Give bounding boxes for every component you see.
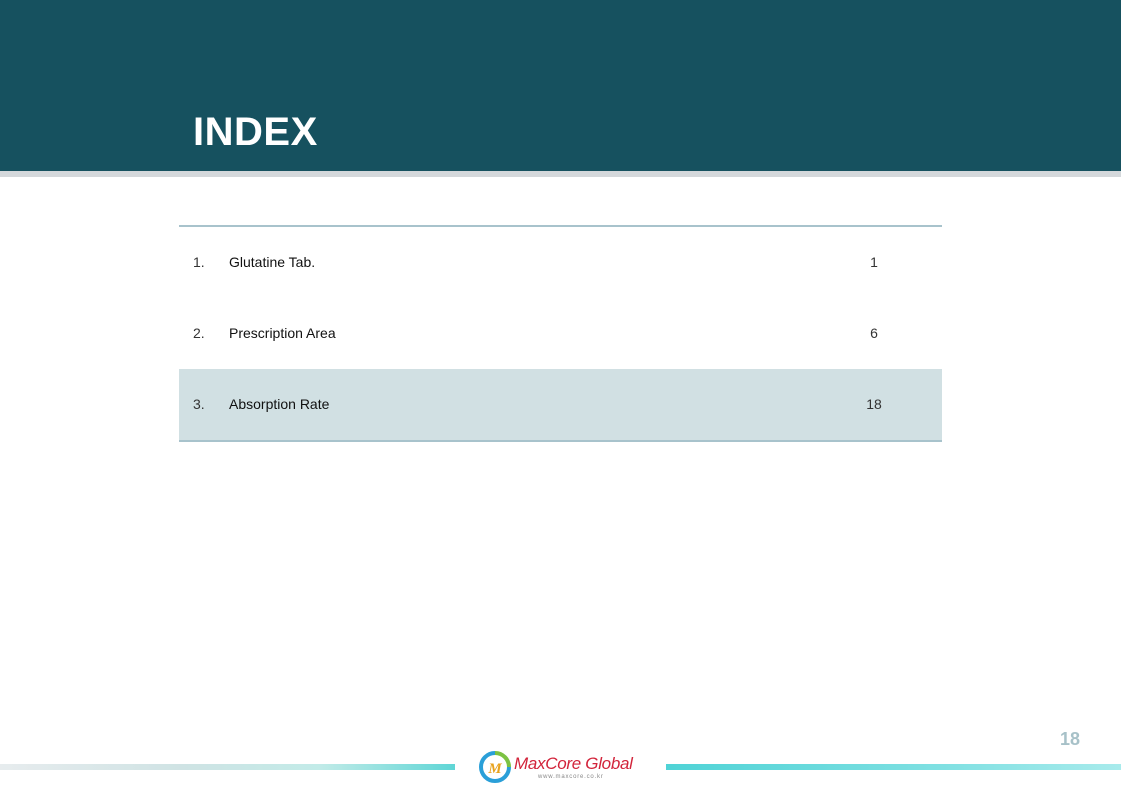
index-row-page: 6 xyxy=(870,325,878,341)
index-row-glutatine[interactable]: 1. Glutatine Tab. 1 xyxy=(179,227,942,298)
header-band xyxy=(0,0,1121,171)
index-row-label: Absorption Rate xyxy=(229,396,330,412)
logo-url: www.maxcore.co.kr xyxy=(538,774,604,780)
index-row-number: 3. xyxy=(193,396,205,412)
index-row-label: Prescription Area xyxy=(229,325,336,341)
company-logo: M MaxCore Global www.maxcore.co.kr xyxy=(478,748,648,788)
maxcore-logo-icon: M xyxy=(479,751,511,783)
index-row-prescription[interactable]: 2. Prescription Area 6 xyxy=(179,298,942,369)
header-divider xyxy=(0,171,1121,177)
index-row-label: Glutatine Tab. xyxy=(229,254,316,270)
index-row-page: 1 xyxy=(870,254,878,270)
footer-bar-left xyxy=(0,764,455,770)
page-title: INDEX xyxy=(193,110,318,154)
footer-bar-right xyxy=(666,764,1121,770)
index-table: 1. Glutatine Tab. 1 2. Prescription Area… xyxy=(179,225,942,442)
page-number: 18 xyxy=(1059,729,1080,749)
index-row-number: 1. xyxy=(193,254,205,270)
logo-wordmark: MaxCore Global xyxy=(514,754,633,773)
index-row-absorption[interactable]: 3. Absorption Rate 18 xyxy=(179,369,942,440)
svg-text:M: M xyxy=(487,761,502,777)
index-row-page: 18 xyxy=(866,396,882,412)
index-row-number: 2. xyxy=(193,325,205,341)
